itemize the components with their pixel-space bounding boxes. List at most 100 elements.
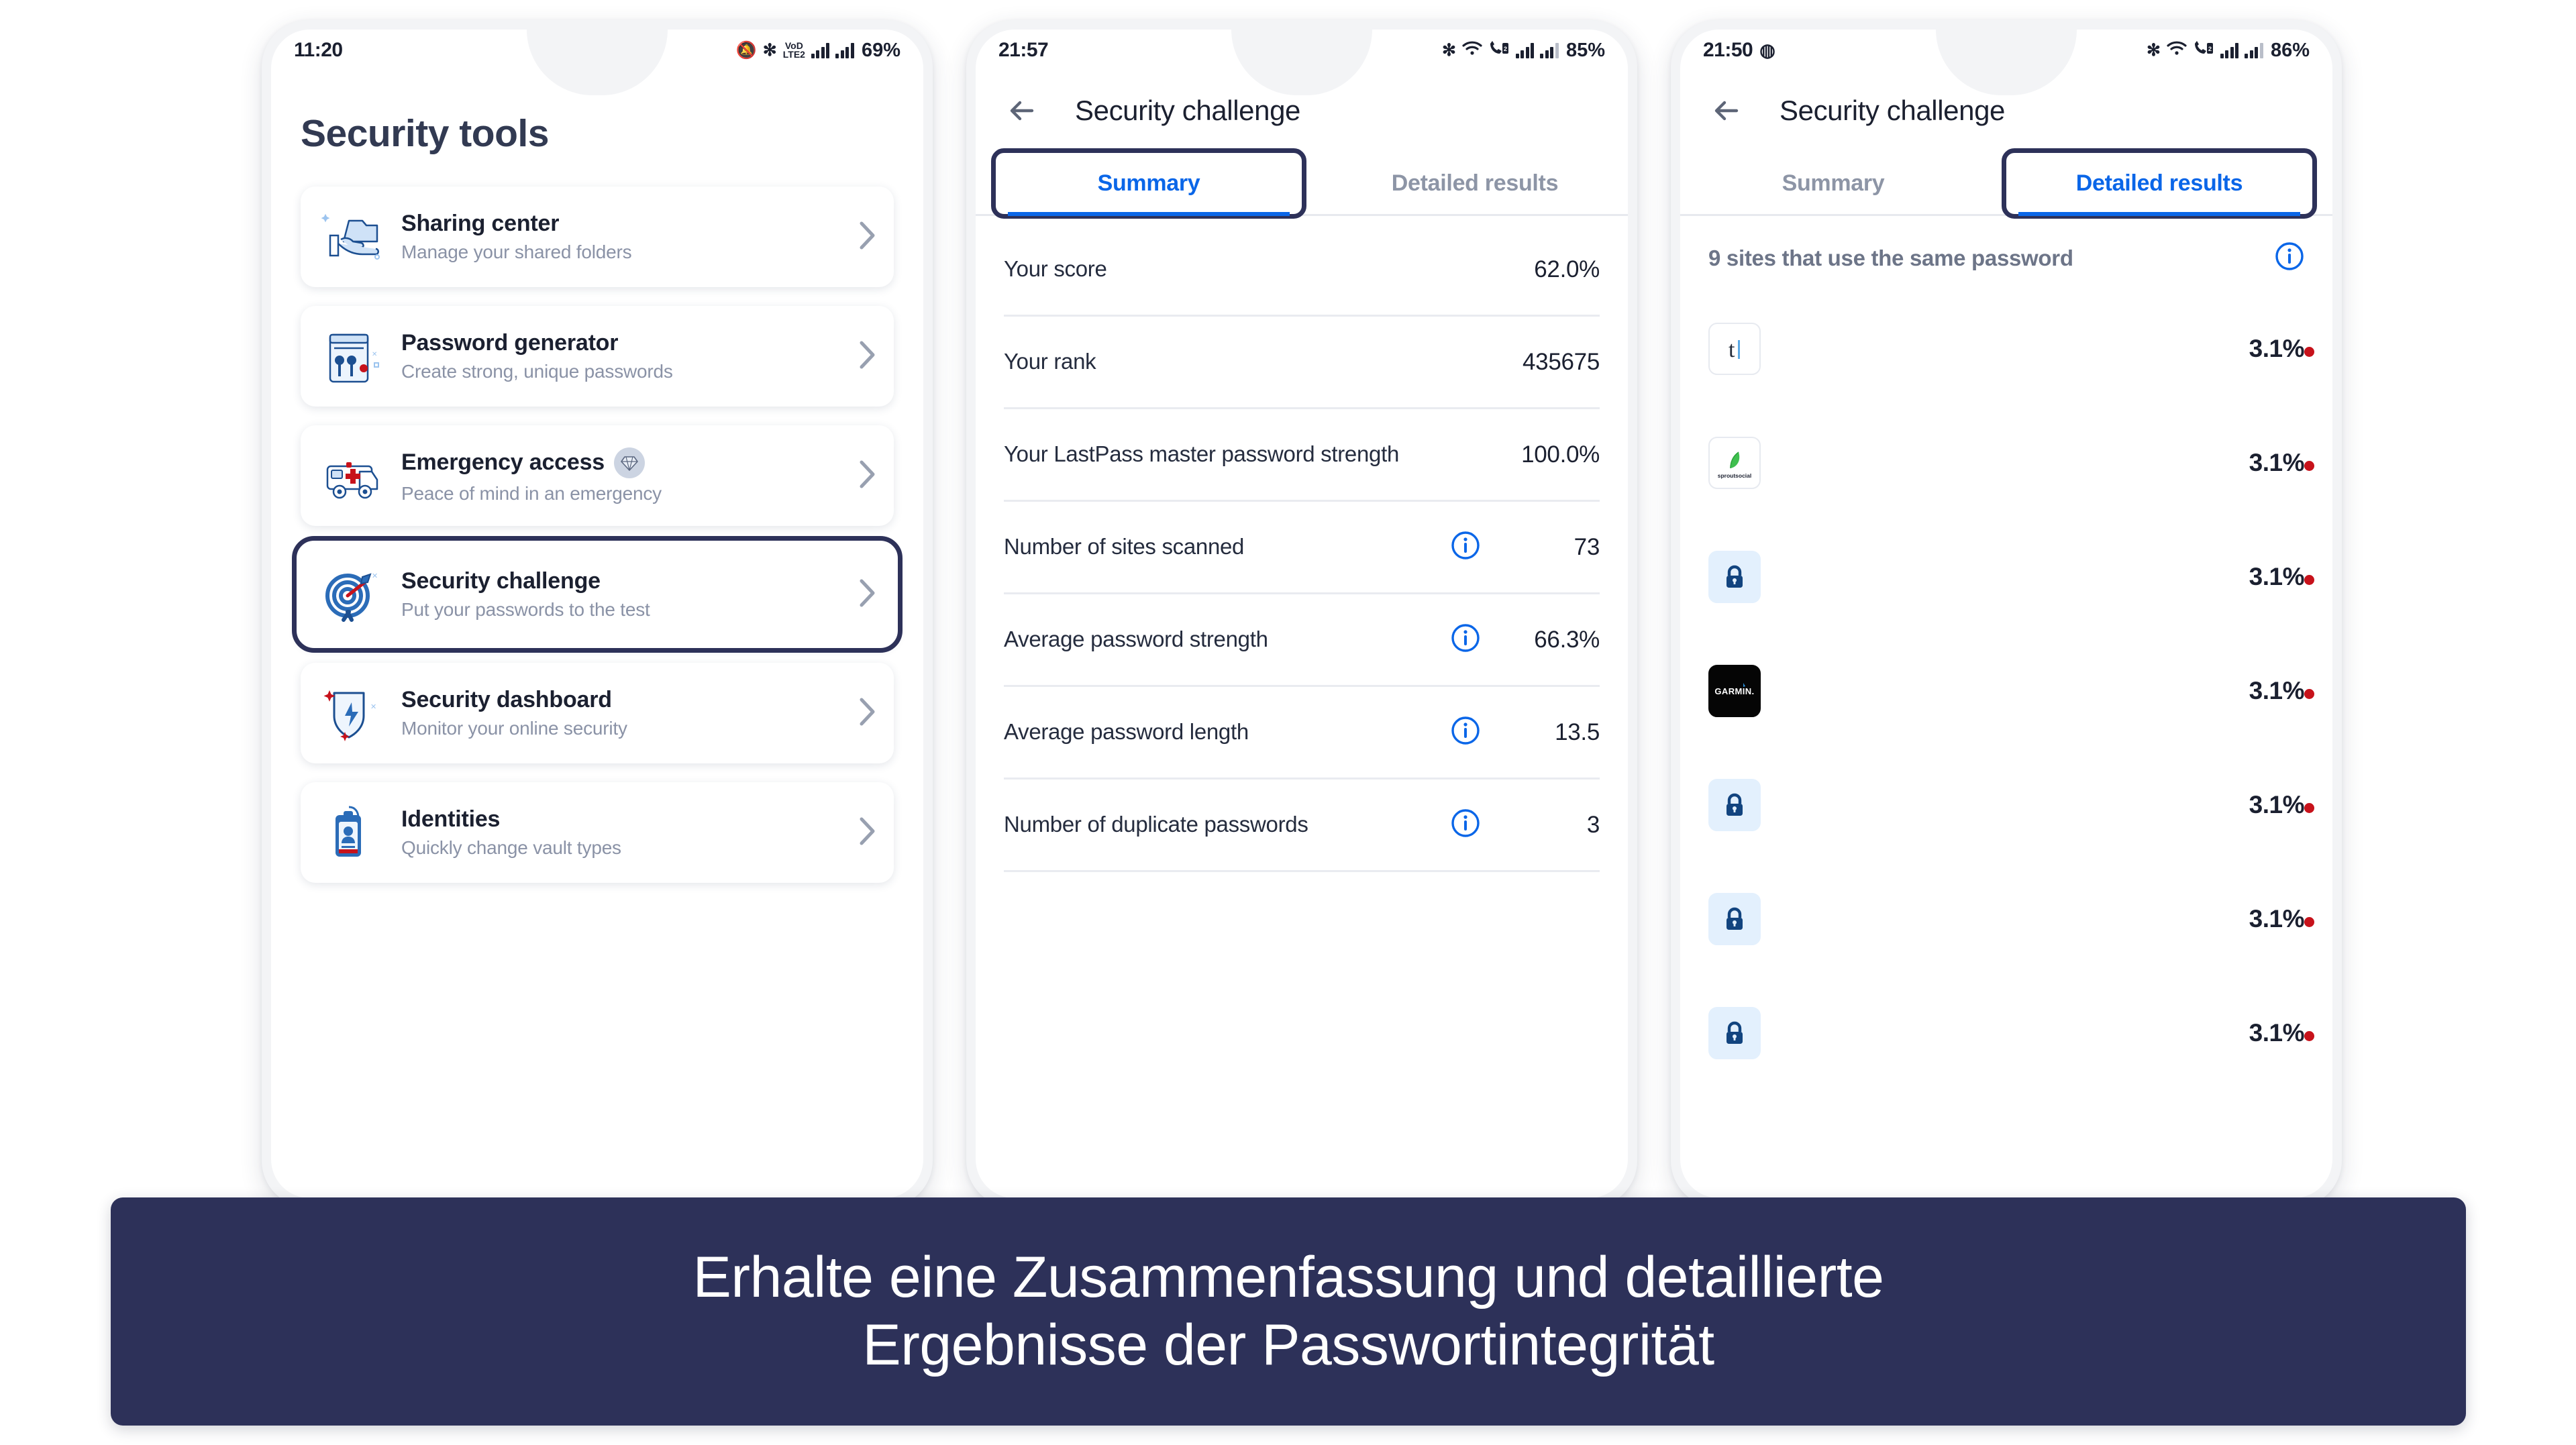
- svg-text:✕: ✕: [372, 351, 377, 358]
- tool-card-security-challenge[interactable]: ✕ Security challenge Put your passwords …: [292, 536, 903, 653]
- status-bar: 21:57 ✻ 2 85%: [976, 30, 1628, 71]
- row-value-wrap: 66.3%: [1499, 627, 1600, 653]
- lock-icon: [1708, 779, 1761, 831]
- info-icon[interactable]: [1451, 531, 1480, 564]
- signal-bars-icon-2: [2245, 42, 2263, 58]
- info-icon[interactable]: [1451, 716, 1480, 749]
- site-percent: 3.1%: [2249, 563, 2305, 590]
- site-percent: 3.1%: [2249, 791, 2305, 818]
- caption-banner: Erhalte eine Zusammenfassung und detaill…: [111, 1197, 2466, 1426]
- info-icon[interactable]: [1451, 623, 1480, 656]
- chevron-right-icon: [859, 340, 876, 373]
- target-dart-icon: ✕: [318, 564, 388, 625]
- site-row[interactable]: 3.1%: [1708, 862, 2305, 976]
- tool-title-text: Security challenge: [401, 568, 601, 594]
- phone-2-summary: 21:57 ✻ 2 85% Security challenge Summary…: [966, 20, 1637, 1208]
- site-score: 3.1%: [2183, 677, 2305, 705]
- tool-card-password-generator[interactable]: ✕ Password generator Create strong, uniq…: [301, 306, 894, 407]
- tool-title: Security challenge: [401, 568, 851, 594]
- tool-title: Sharing center: [401, 211, 851, 237]
- detailed-results-list: 9 sites that use the same password t 3.1…: [1680, 216, 2332, 1090]
- site-score: 3.1%: [2183, 335, 2305, 363]
- tool-subtitle: Peace of mind in an emergency: [401, 482, 662, 504]
- site-score: 3.1%: [2183, 1019, 2305, 1047]
- summary-row-average-password-length[interactable]: Average password length 13.5: [1004, 687, 1600, 780]
- tool-subtitle: Create strong, unique passwords: [401, 361, 673, 382]
- row-label: Average password length: [1004, 719, 1249, 745]
- chevron-right-icon: [859, 221, 876, 254]
- tab-summary[interactable]: Summary: [991, 148, 1306, 219]
- tab-summary[interactable]: Summary: [1680, 153, 1986, 214]
- summary-row-sites-scanned[interactable]: Number of sites scanned 73: [1004, 502, 1600, 594]
- detail-section-header: 9 sites that use the same password: [1708, 232, 2304, 292]
- tool-card-identities[interactable]: Identities Quickly change vault types: [301, 782, 894, 883]
- tool-title-text: Password generator: [401, 330, 619, 356]
- status-system-icons: 🔕 ✻ VoD LTE2 69%: [736, 40, 900, 62]
- battery-percent: 85%: [1565, 39, 1605, 61]
- tool-text: Password generator Create strong, unique…: [401, 330, 851, 382]
- ambulance-icon: [318, 445, 388, 506]
- site-row[interactable]: t 3.1%: [1708, 292, 2305, 406]
- row-label: Average password strength: [1004, 627, 1268, 652]
- tool-title: Password generator: [401, 330, 851, 356]
- phone-2-screen: 21:57 ✻ 2 85% Security challenge Summary…: [976, 30, 1628, 1198]
- status-clock: 21:50: [1703, 39, 1753, 61]
- status-clock: 11:20: [294, 39, 343, 61]
- signal-bars-icon-1: [811, 42, 830, 58]
- tool-card-sharing-center[interactable]: Sharing center Manage your shared folder…: [301, 186, 894, 287]
- site-row[interactable]: 3.1%: [1708, 520, 2305, 634]
- back-arrow-icon[interactable]: [1002, 91, 1041, 130]
- row-value: 3: [1586, 811, 1600, 838]
- mute-bell-icon: 🔕: [735, 40, 757, 60]
- tab-bar: Summary Detailed results: [976, 148, 1628, 219]
- tool-text: Security dashboard Monitor your online s…: [401, 687, 851, 739]
- tool-card-security-dashboard[interactable]: ✕ Security dashboard Monitor your online…: [301, 663, 894, 763]
- tool-text: Identities Quickly change vault types: [401, 806, 851, 859]
- svg-text:✕: ✕: [370, 703, 376, 711]
- info-icon[interactable]: [2275, 242, 2304, 274]
- wifi-icon: [2167, 40, 2187, 61]
- tool-subtitle: Manage your shared folders: [401, 242, 632, 262]
- tab-detailed-results[interactable]: Detailed results: [2002, 148, 2317, 219]
- summary-row-average-password-strength[interactable]: Average password strength 66.3%: [1004, 594, 1600, 687]
- tab-detailed-results[interactable]: Detailed results: [1322, 153, 1628, 214]
- site-row[interactable]: 3.1%: [1708, 976, 2305, 1090]
- row-label: Your rank: [1004, 349, 1096, 374]
- wifi-icon: [1462, 40, 1482, 61]
- battery-percent: 69%: [861, 39, 900, 61]
- summary-row-duplicate-passwords[interactable]: Number of duplicate passwords 3: [1004, 780, 1600, 872]
- site-score: 3.1%: [2183, 563, 2305, 591]
- svg-text:2: 2: [2208, 46, 2212, 52]
- svg-text:✕: ✕: [372, 572, 378, 580]
- svg-text:GARMIN.: GARMIN.: [1714, 686, 1754, 696]
- call-sim-icon: 2: [2193, 40, 2214, 61]
- battery-percent: 86%: [2270, 39, 2310, 61]
- svg-text:sproutsocial: sproutsocial: [1718, 472, 1752, 479]
- site-percent: 3.1%: [2249, 905, 2305, 932]
- row-value: 435675: [1523, 348, 1600, 375]
- summary-list: Your score 62.0% Your rank 435675 Your L…: [976, 216, 1628, 872]
- t-letter-icon: t: [1708, 323, 1761, 375]
- row-label: Number of sites scanned: [1004, 534, 1245, 559]
- row-value: 62.0%: [1534, 256, 1600, 282]
- site-row[interactable]: GARMIN. 3.1%: [1708, 634, 2305, 748]
- app-bar-title: Security challenge: [1780, 95, 2005, 126]
- security-tools-body: Security tools Sharing center Manage you…: [271, 71, 923, 883]
- info-icon[interactable]: [1451, 808, 1480, 841]
- summary-row-your-score[interactable]: Your score 62.0%: [1004, 224, 1600, 317]
- back-arrow-icon[interactable]: [1707, 91, 1746, 130]
- summary-row-master-password-strength[interactable]: Your LastPass master password strength 1…: [1004, 409, 1600, 502]
- summary-row-your-rank[interactable]: Your rank 435675: [1004, 317, 1600, 409]
- tab-bar: Summary Detailed results: [1680, 148, 2332, 219]
- row-value: 66.3%: [1534, 626, 1600, 653]
- tool-title: Identities: [401, 806, 851, 833]
- bluetooth-icon: ✻: [762, 41, 777, 60]
- status-system-icons: ✻ 2 86%: [2147, 40, 2310, 62]
- site-row[interactable]: 3.1%: [1708, 748, 2305, 862]
- id-badge-icon: [318, 802, 388, 863]
- row-value: 73: [1574, 533, 1600, 560]
- row-value-wrap: 62.0%: [1499, 256, 1600, 283]
- site-percent: 3.1%: [2249, 335, 2305, 362]
- site-row[interactable]: sproutsocial 3.1%: [1708, 406, 2305, 520]
- tool-card-emergency-access[interactable]: Emergency access Peace of mind in an eme…: [301, 425, 894, 526]
